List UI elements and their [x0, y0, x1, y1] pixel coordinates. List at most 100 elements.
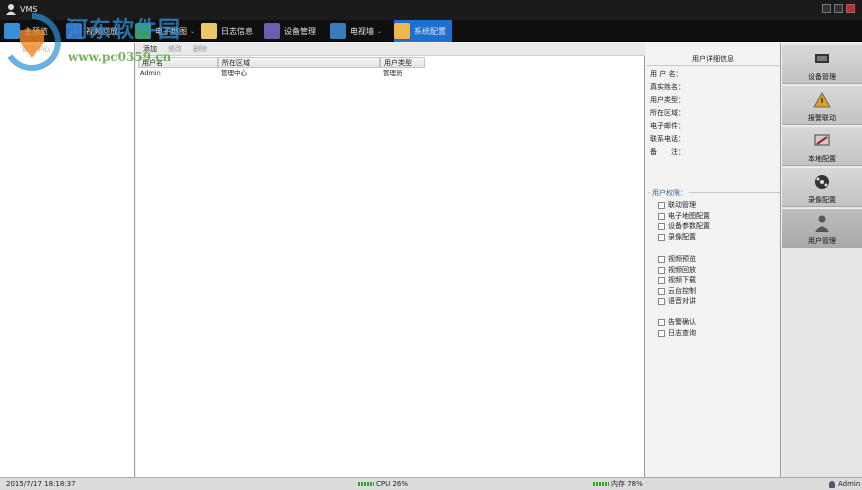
column-header-area[interactable]: 所在区域 [218, 57, 380, 68]
side-menu-label: 本地配置 [808, 155, 836, 163]
permission-label: 告警确认 [668, 318, 696, 326]
title-bar: VMS [0, 0, 862, 20]
record-icon [815, 175, 829, 189]
nav-item-2[interactable]: 电子地图 ⌄ [135, 20, 195, 42]
detail-field-label: 用户类型： [650, 96, 685, 104]
modify-button[interactable]: 修改 [164, 44, 186, 55]
permission-label: 联动管理 [668, 201, 696, 209]
playback-icon [66, 23, 82, 39]
minimize-button[interactable] [834, 4, 843, 13]
permissions-title: 用户权限： [650, 188, 689, 198]
nav-item-label: 设备管理 [284, 26, 316, 36]
nav-item-6[interactable]: 系统配置 [394, 20, 452, 42]
side-menu-item-1[interactable]: 报警联动 [782, 85, 862, 125]
permission-checkbox[interactable] [658, 298, 665, 305]
main-nav: 主预览 视频回放 ⌄ 电子地图 ⌄ 日志信息 设备管理 电视墙 ⌄ 系统配置 [0, 20, 862, 42]
nav-item-label: 主预览 [24, 26, 48, 36]
chevron-down-icon[interactable]: ⌄ [121, 28, 126, 35]
side-menu-item-2[interactable]: 本地配置 [782, 126, 862, 166]
permission-checkbox[interactable] [658, 329, 665, 337]
column-header-type[interactable]: 用户类型 [380, 57, 425, 68]
tree-root-item[interactable]: 管理中心 [22, 44, 50, 54]
settings-window-button[interactable] [822, 4, 831, 13]
table-header: 用户名 所在区域 用户类型 [138, 57, 643, 68]
permission-label: 云台控制 [668, 286, 696, 295]
permission-item[interactable]: 设备参数配置 [658, 222, 710, 231]
detail-field-label: 联系电话： [650, 135, 685, 143]
add-button[interactable]: 添加 [139, 44, 161, 55]
permission-label: 设备参数配置 [668, 222, 710, 230]
column-header-username[interactable]: 用户名 [138, 57, 218, 68]
side-menu-item-4[interactable]: 用户管理 [782, 208, 862, 248]
permission-item[interactable]: 日志查询 [658, 329, 696, 338]
permission-label: 录像配置 [668, 232, 696, 241]
close-button[interactable] [846, 4, 855, 13]
permission-checkbox[interactable] [658, 277, 665, 284]
config-side-menu: 设备管理报警联动本地配置录像配置用户管理 [782, 43, 862, 477]
permission-label: 电子地图配置 [668, 211, 710, 220]
permission-item[interactable]: 语音对讲 [658, 297, 696, 306]
detail-field-label: 真实姓名： [650, 83, 685, 91]
preview-icon [4, 23, 20, 39]
cell-area: 管理中心 [221, 69, 247, 77]
divider [647, 65, 779, 66]
permission-checkbox[interactable] [658, 212, 665, 220]
permission-checkbox[interactable] [658, 266, 665, 274]
map-icon [135, 23, 151, 39]
side-menu-item-0[interactable]: 设备管理 [782, 44, 862, 84]
permission-item[interactable]: 云台控制 [658, 287, 696, 296]
permission-item[interactable]: 录像配置 [658, 233, 696, 242]
permission-checkbox[interactable] [658, 256, 665, 263]
side-menu-item-3[interactable]: 录像配置 [782, 167, 862, 207]
nav-item-5[interactable]: 电视墙 ⌄ [330, 20, 382, 42]
chevron-down-icon[interactable]: ⌄ [377, 28, 382, 35]
memory-meter-icon [593, 482, 609, 486]
table-row[interactable]: Admin 管理中心 管理员 [138, 68, 643, 78]
permission-label: 视频回放 [668, 265, 696, 274]
cpu-text: CPU 26% [376, 480, 409, 488]
side-menu-label: 用户管理 [808, 237, 836, 245]
current-user: Admin [829, 480, 860, 489]
delete-button[interactable]: 删除 [189, 44, 211, 55]
permission-label: 语音对讲 [668, 297, 696, 305]
window-title: VMS [20, 5, 38, 14]
nav-item-label: 系统配置 [414, 26, 446, 36]
nav-item-label: 日志信息 [221, 26, 253, 36]
cell-type: 管理员 [383, 69, 403, 77]
permission-item[interactable]: 视频预览 [658, 255, 696, 264]
permission-item[interactable]: 视频下载 [658, 276, 696, 285]
side-menu-label: 设备管理 [808, 73, 836, 81]
nav-item-1[interactable]: 视频回放 ⌄ [66, 20, 126, 42]
permission-item[interactable]: 视频回放 [658, 266, 696, 275]
user-detail-panel: 用户详细信息 用 户 名： 真实姓名： 用户类型： 所在区域： 电子邮件： 联系电话： 备 … [645, 43, 781, 477]
permissions-group: 用户权限： 联动管理电子地图配置 设备参数配置 录像配置视频预览视频回放视频下载云台… [648, 188, 780, 342]
nav-item-4[interactable]: 设备管理 [264, 20, 316, 42]
area-tree-panel: 管理中心 [0, 43, 135, 477]
permission-label: 视频预览 [668, 255, 696, 263]
alarm-icon [813, 92, 831, 108]
nav-item-label: 电视墙 [350, 26, 374, 36]
permission-checkbox[interactable] [658, 223, 665, 230]
permission-item[interactable]: 电子地图配置 [658, 212, 710, 221]
local-config-icon [814, 134, 830, 146]
chevron-down-icon[interactable]: ⌄ [190, 28, 195, 35]
status-bar: 2015/7/17 18:18:37 CPU 26% 内存 78% Admin [0, 477, 862, 490]
device-icon [815, 54, 829, 63]
permission-checkbox[interactable] [658, 202, 665, 209]
nav-item-label: 电子地图 [155, 26, 187, 36]
status-datetime: 2015/7/17 18:18:37 [6, 480, 76, 488]
cpu-meter-icon [358, 482, 374, 486]
nav-item-0[interactable]: 主预览 [4, 20, 48, 42]
tv-wall-icon [330, 23, 346, 39]
nav-item-3[interactable]: 日志信息 [201, 20, 253, 42]
permission-label: 视频下载 [668, 276, 696, 284]
app-logo-icon [6, 4, 16, 15]
permission-item[interactable]: 告警确认 [658, 318, 696, 327]
permission-item[interactable]: 联动管理 [658, 201, 696, 210]
permission-checkbox[interactable] [658, 319, 665, 326]
device-monitor-icon [264, 23, 280, 39]
detail-field-label: 电子邮件： [650, 122, 685, 130]
permission-checkbox[interactable] [658, 287, 665, 295]
permission-checkbox[interactable] [658, 233, 665, 241]
detail-title: 用户详细信息 [692, 55, 734, 63]
